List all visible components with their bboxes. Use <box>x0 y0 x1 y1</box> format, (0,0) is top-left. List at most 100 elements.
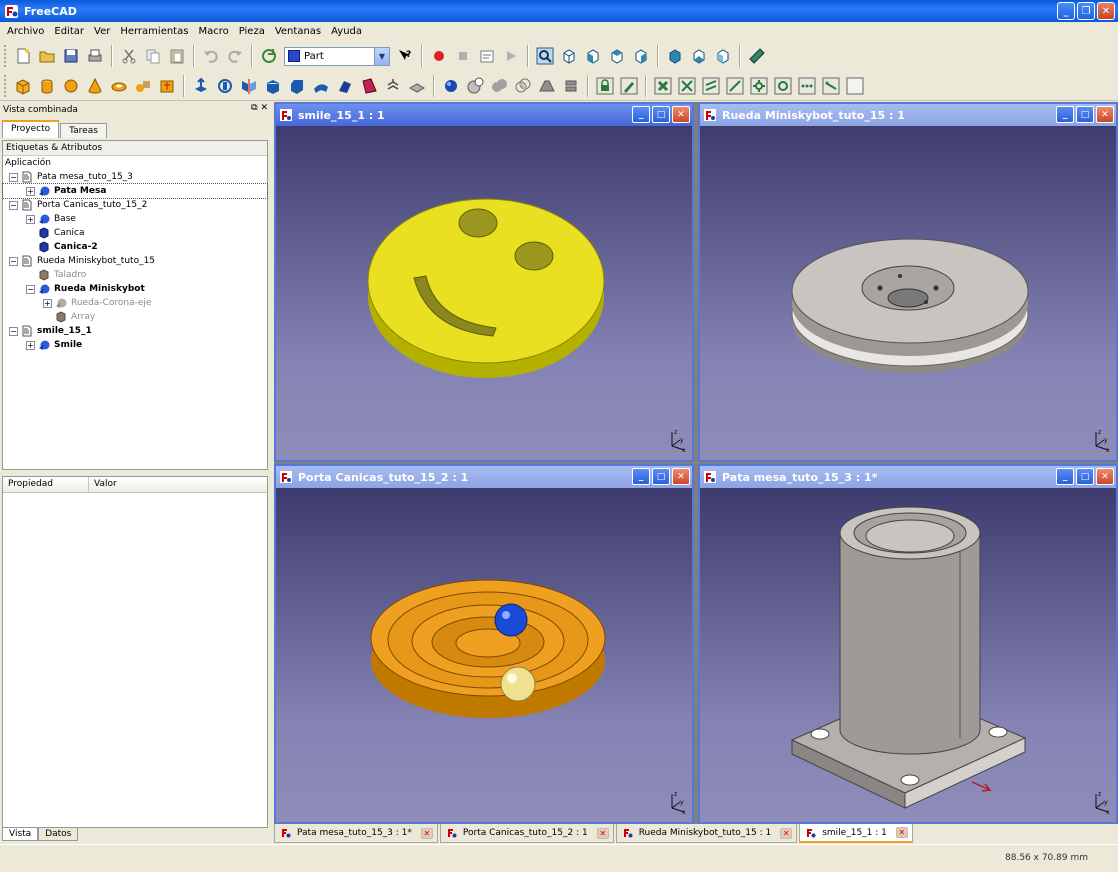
chevron-down-icon[interactable]: ▼ <box>374 47 389 65</box>
maximize-icon[interactable]: □ <box>652 468 670 485</box>
close-icon[interactable]: ✕ <box>1096 106 1114 123</box>
loft-icon[interactable] <box>334 75 356 97</box>
3d-viewport[interactable]: zyx <box>276 488 692 822</box>
minimize-icon[interactable]: _ <box>1056 468 1074 485</box>
expander-icon[interactable]: + <box>43 298 52 308</box>
expander-icon[interactable]: + <box>26 340 35 350</box>
expander-icon[interactable]: + <box>26 186 35 196</box>
tree-item[interactable]: + Rueda-Corona-eje <box>3 296 267 310</box>
view-rueda[interactable]: Rueda Miniskybot_tuto_15 : 1 _ □ ✕ zyx <box>698 102 1118 462</box>
left-view-icon[interactable] <box>712 45 734 67</box>
sphere-icon[interactable] <box>60 75 82 97</box>
open-folder-icon[interactable] <box>36 45 58 67</box>
maximize-icon[interactable]: □ <box>1076 106 1094 123</box>
cut-icon[interactable] <box>118 45 140 67</box>
tree-item[interactable]: − smile_15_1 <box>3 324 267 338</box>
menu-macro[interactable]: Macro <box>193 26 233 37</box>
constraint-empty-icon[interactable] <box>844 75 866 97</box>
record-macro-icon[interactable] <box>428 45 450 67</box>
expander-icon[interactable]: + <box>26 214 35 224</box>
print-icon[interactable] <box>84 45 106 67</box>
constraint-dots-icon[interactable] <box>796 75 818 97</box>
close-icon[interactable]: ✕ <box>672 468 690 485</box>
common-icon[interactable] <box>512 75 534 97</box>
cut-boolean-icon[interactable] <box>464 75 486 97</box>
tree-item[interactable]: + Pata Mesa <box>2 183 268 199</box>
edit-macro-icon[interactable] <box>476 45 498 67</box>
doc-tab-porta-canicas[interactable]: Porta Canicas_tuto_15_2 : 1 ✕ <box>439 824 614 843</box>
maximize-icon[interactable]: □ <box>652 106 670 123</box>
constraint-symmetric-icon[interactable] <box>820 75 842 97</box>
ruled-surface-icon[interactable] <box>310 75 332 97</box>
tree-item[interactable]: − Porta Canicas_tuto_15_2 <box>3 198 267 212</box>
doc-tab-rueda[interactable]: Rueda Miniskybot_tuto_15 : 1 ✕ <box>615 824 798 843</box>
expander-icon[interactable]: − <box>9 172 18 182</box>
minimize-button[interactable]: _ <box>1057 2 1075 20</box>
doc-tab-smile[interactable]: smile_15_1 : 1 ✕ <box>799 824 913 843</box>
tab-proyecto[interactable]: Proyecto <box>2 120 60 138</box>
axonometric-view-icon[interactable] <box>558 45 580 67</box>
minimize-icon[interactable]: _ <box>632 106 650 123</box>
rear-view-icon[interactable] <box>664 45 686 67</box>
constraint-pencil-icon[interactable] <box>618 75 640 97</box>
menu-ver[interactable]: Ver <box>89 26 115 37</box>
tab-tareas[interactable]: Tareas <box>60 123 107 138</box>
property-column-header[interactable]: Propiedad <box>3 477 89 492</box>
view-smile[interactable]: smile_15_1 : 1 _ □ ✕ zyx <box>274 102 694 462</box>
3d-viewport[interactable]: zyx <box>276 126 692 460</box>
extrude-icon[interactable] <box>190 75 212 97</box>
front-view-icon[interactable] <box>582 45 604 67</box>
close-tab-icon[interactable]: ✕ <box>420 827 433 839</box>
workbench-selector[interactable]: Part ▼ <box>284 46 390 66</box>
tree-item[interactable]: − Pata mesa_tuto_15_3 <box>3 170 267 184</box>
view-header[interactable]: smile_15_1 : 1 _ □ ✕ <box>276 104 692 126</box>
menu-ventanas[interactable]: Ventanas <box>270 26 326 37</box>
view-porta-canicas[interactable]: Porta Canicas_tuto_15_2 : 1 _ □ ✕ zyx <box>274 464 694 824</box>
cube-icon[interactable] <box>12 75 34 97</box>
whats-this-icon[interactable]: ? <box>394 45 416 67</box>
right-view-icon[interactable] <box>630 45 652 67</box>
close-icon[interactable]: ✕ <box>672 106 690 123</box>
mirror-icon[interactable] <box>238 75 260 97</box>
tree-item[interactable]: Canica-2 <box>3 240 267 254</box>
close-tab-icon[interactable]: ✕ <box>596 827 609 839</box>
tree-item[interactable]: + Smile <box>3 338 267 352</box>
boolean-icon[interactable] <box>440 75 462 97</box>
toolbar-grip[interactable] <box>4 74 7 97</box>
cone-icon[interactable] <box>84 75 106 97</box>
view-header[interactable]: Pata mesa_tuto_15_3 : 1* _ □ ✕ <box>700 466 1116 488</box>
view-header[interactable]: Rueda Miniskybot_tuto_15 : 1 _ □ ✕ <box>700 104 1116 126</box>
constraint-parallel-icon[interactable] <box>700 75 722 97</box>
torus-icon[interactable] <box>108 75 130 97</box>
restore-button[interactable]: ❐ <box>1077 2 1095 20</box>
tab-vista[interactable]: Vista <box>2 828 39 841</box>
menu-pieza[interactable]: Pieza <box>234 26 270 37</box>
constraint-coincident-icon[interactable] <box>652 75 674 97</box>
panel-float-close-icon[interactable]: ⧉ ✕ <box>251 103 268 113</box>
close-tab-icon[interactable]: ✕ <box>780 827 793 839</box>
close-button[interactable]: ✕ <box>1097 2 1115 20</box>
top-view-icon[interactable] <box>606 45 628 67</box>
constraint-lock-icon[interactable] <box>594 75 616 97</box>
section-icon[interactable] <box>536 75 558 97</box>
copy-icon[interactable] <box>142 45 164 67</box>
constraint-cross-icon[interactable] <box>676 75 698 97</box>
constraint-circle-icon[interactable] <box>772 75 794 97</box>
redo-icon[interactable] <box>224 45 246 67</box>
shape-builder-icon[interactable] <box>156 75 178 97</box>
cylinder-icon[interactable] <box>36 75 58 97</box>
cross-section-icon[interactable] <box>560 75 582 97</box>
chamfer-icon[interactable] <box>286 75 308 97</box>
expander-icon[interactable]: − <box>9 200 18 210</box>
tree-item[interactable]: Canica <box>3 226 267 240</box>
value-column-header[interactable]: Valor <box>89 477 267 492</box>
doc-tab-pata-mesa[interactable]: Pata mesa_tuto_15_3 : 1* ✕ <box>274 824 438 843</box>
create-primitives-icon[interactable] <box>132 75 154 97</box>
bottom-view-icon[interactable] <box>688 45 710 67</box>
constraint-line-icon[interactable] <box>724 75 746 97</box>
minimize-icon[interactable]: _ <box>632 468 650 485</box>
tree-item[interactable]: − Rueda Miniskybot_tuto_15 <box>3 254 267 268</box>
offset-icon[interactable] <box>382 75 404 97</box>
tab-datos[interactable]: Datos <box>38 828 79 841</box>
expander-icon[interactable]: − <box>9 256 18 266</box>
